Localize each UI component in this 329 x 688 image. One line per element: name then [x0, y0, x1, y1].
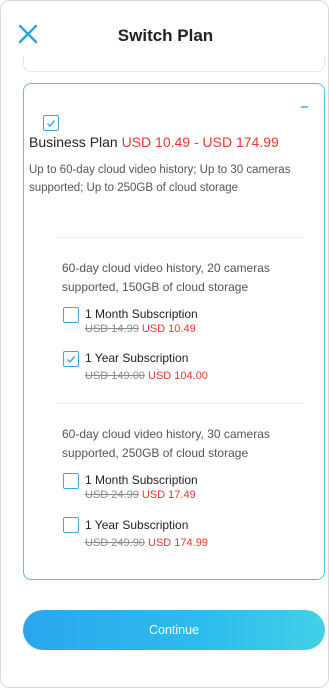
old-price: USD 24.99	[85, 489, 139, 501]
plan-checkbox[interactable]	[43, 115, 59, 131]
checkmark-icon	[47, 120, 56, 128]
option-price: USD 24.99 USD 17.49	[85, 489, 196, 501]
plan-title: Business Plan USD 10.49 - USD 174.99	[29, 134, 279, 150]
tier2-month-checkbox[interactable]	[63, 473, 79, 489]
tier-description: 60-day cloud video history, 30 cameras s…	[62, 427, 270, 460]
page-title: Switch Plan	[117, 26, 214, 45]
continue-button[interactable]: Continue	[23, 610, 325, 650]
new-price: USD 10.49	[141, 323, 196, 335]
old-price: USD 149.00	[85, 370, 145, 382]
tier1-year-checkbox[interactable]	[63, 351, 79, 367]
tier1-month-checkbox[interactable]	[63, 307, 79, 323]
tier2-year-checkbox[interactable]	[63, 517, 79, 533]
plan-description: Up to 60-day cloud video history; Up to …	[29, 164, 291, 194]
collapse-icon[interactable]	[301, 104, 308, 110]
tier-description: 60-day cloud video history, 20 cameras s…	[62, 261, 270, 294]
option-label: 1 Year Subscription	[85, 351, 189, 365]
option-price: USD 149.00 USD 104.00	[85, 370, 208, 382]
option-label: 1 Month Subscription	[85, 473, 198, 487]
divider	[57, 403, 303, 404]
option-label: 1 Month Subscription	[85, 307, 198, 321]
plan-name: Business Plan	[29, 134, 118, 150]
old-price: USD 14.99	[85, 323, 139, 335]
option-label: 1 Year Subscription	[85, 518, 189, 532]
new-price: USD 104.00	[148, 370, 208, 382]
new-price: USD 174.99	[148, 537, 208, 549]
new-price: USD 17.49	[141, 489, 196, 501]
previous-plan-card	[23, 56, 325, 72]
option-price: USD 14.99 USD 10.49	[85, 323, 196, 335]
plan-price-range: USD 10.49 - USD 174.99	[121, 134, 279, 150]
switch-plan-screen: Switch Plan Business Plan USD 10.49 - US…	[0, 0, 329, 688]
divider	[57, 237, 303, 238]
old-price: USD 249.90	[85, 537, 145, 549]
option-price: USD 249.90 USD 174.99	[85, 537, 208, 549]
checkmark-icon	[67, 356, 76, 364]
